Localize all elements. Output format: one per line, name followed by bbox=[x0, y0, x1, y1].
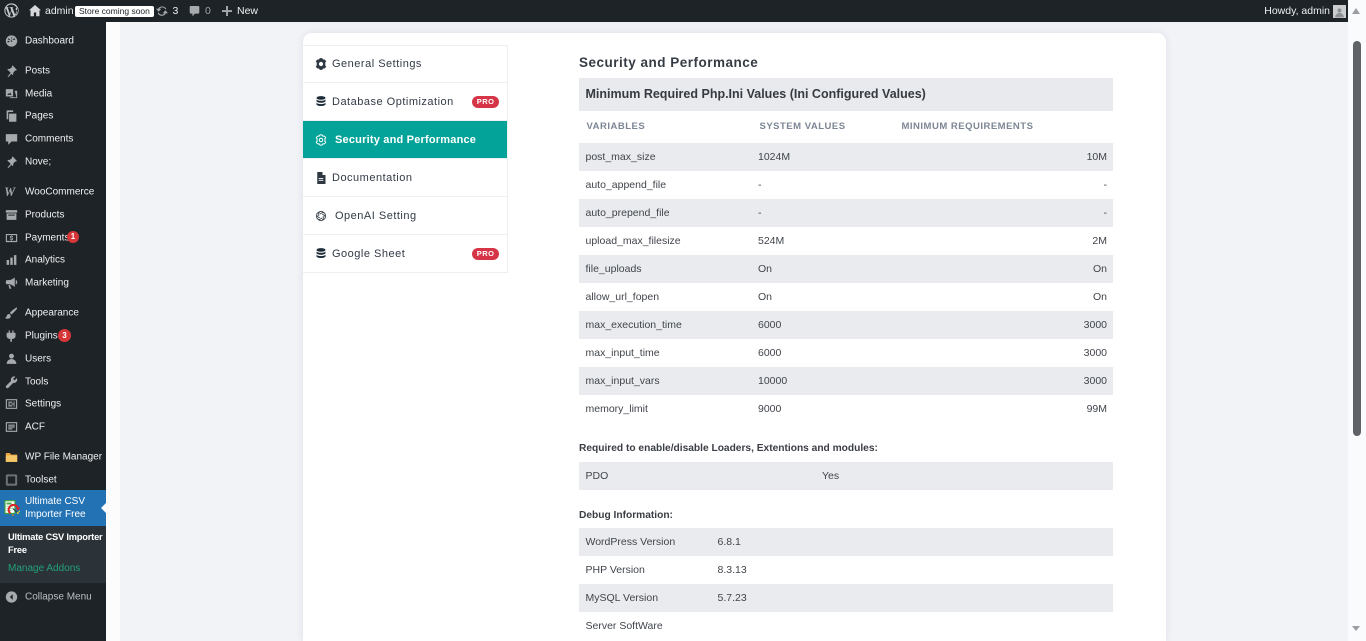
svg-text:W: W bbox=[5, 186, 16, 199]
